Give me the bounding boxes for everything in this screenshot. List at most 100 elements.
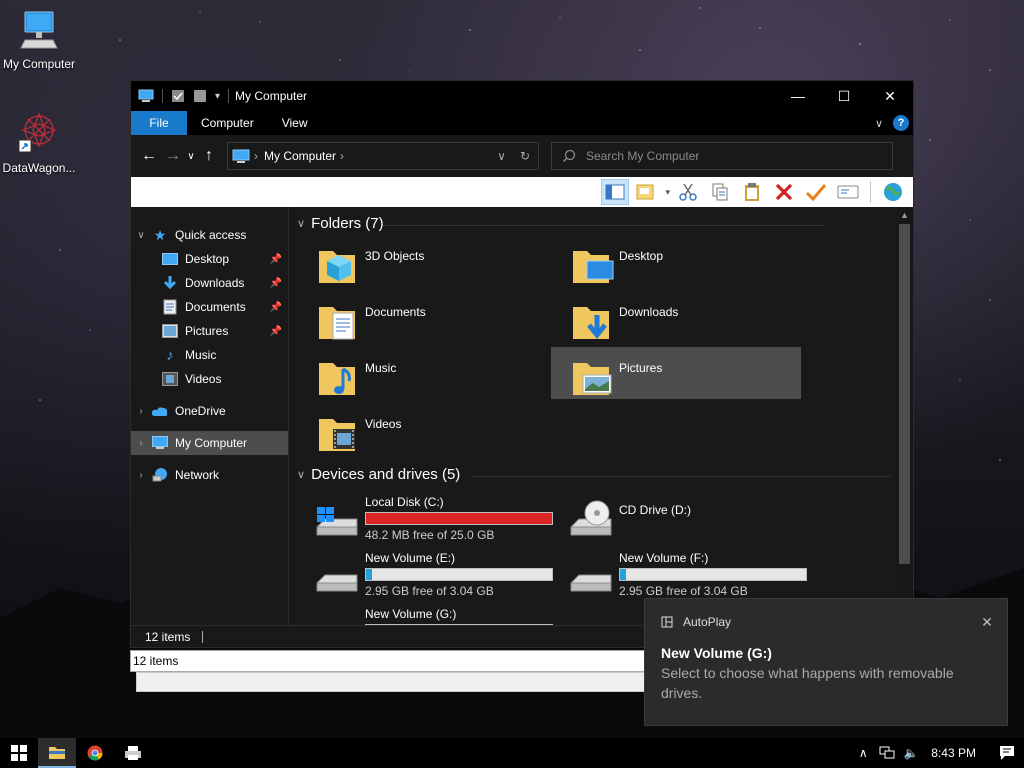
search-box[interactable] [551, 142, 893, 170]
internet-button[interactable] [879, 179, 907, 205]
nav-item-quick-access[interactable]: ∨ ★ Quick access [131, 223, 288, 247]
tab-computer[interactable]: Computer [187, 111, 268, 135]
close-button[interactable]: ✕ [867, 81, 913, 111]
paste-button[interactable] [738, 179, 766, 205]
copy-button[interactable] [706, 179, 734, 205]
drive-item[interactable]: Local Disk (C:) 48.2 MB free of 25.0 GB [305, 493, 555, 545]
expand-chevron-icon[interactable]: › [131, 438, 151, 449]
new-folder-icon[interactable] [193, 89, 207, 103]
drive-item[interactable]: CD Drive (D:) [559, 493, 809, 545]
drive-usage-bar [619, 568, 807, 581]
delete-button[interactable] [770, 179, 798, 205]
nav-item-downloads[interactable]: Downloads 📌 [131, 271, 288, 295]
breadcrumb-chevron-icon[interactable]: › [254, 149, 258, 163]
taskbar-file-explorer[interactable] [38, 738, 76, 768]
cut-button[interactable] [674, 179, 702, 205]
expand-chevron-icon[interactable]: › [131, 406, 151, 417]
collapse-chevron-icon[interactable]: ∨ [297, 468, 305, 481]
pin-icon[interactable]: 📌 [270, 278, 282, 289]
breadcrumb-my-computer[interactable]: My Computer [264, 149, 336, 163]
folder-item[interactable]: Music [305, 355, 555, 407]
group-header-folders[interactable]: ∨ Folders (7) [297, 215, 823, 232]
drive-free-space: 48.2 MB free of 25.0 GB [365, 528, 495, 542]
refresh-icon[interactable]: ↻ [520, 149, 530, 163]
start-button[interactable] [0, 738, 38, 768]
expand-ribbon-icon[interactable]: ∨ [875, 117, 883, 130]
address-history-dropdown-icon[interactable]: ∨ [497, 149, 506, 163]
folder-item[interactable]: 3D Objects [305, 243, 555, 295]
tab-view[interactable]: View [268, 111, 322, 135]
search-input[interactable] [586, 149, 866, 163]
rename-button[interactable] [802, 179, 830, 205]
pin-icon[interactable]: 📌 [270, 254, 282, 265]
nav-item-pictures[interactable]: Pictures 📌 [131, 319, 288, 343]
email-button[interactable] [834, 179, 862, 205]
nav-item-music[interactable]: ♪ Music [131, 343, 288, 367]
clock[interactable]: 8:43 PM [923, 746, 990, 760]
volume-icon[interactable]: 🔈 [899, 746, 923, 760]
nav-item-videos[interactable]: Videos [131, 367, 288, 391]
nav-item-network[interactable]: › Network [131, 463, 288, 487]
forward-icon[interactable]: → [161, 147, 185, 165]
address-bar[interactable]: › My Computer › ∨ ↻ [227, 142, 539, 170]
drive-item[interactable]: New Volume (F:) 2.95 GB free of 3.04 GB [559, 549, 809, 601]
desktop-icon-my-computer[interactable]: My Computer [0, 8, 78, 71]
properties-dropdown-icon[interactable]: ▾ [665, 187, 670, 198]
pin-icon[interactable]: 📌 [270, 326, 282, 337]
preview-pane-button[interactable] [601, 179, 630, 205]
drive-usage-bar [365, 512, 553, 525]
nav-item-desktop[interactable]: Desktop 📌 [131, 247, 288, 271]
show-hidden-icons-chevron[interactable]: ∧ [851, 746, 875, 760]
folder-item[interactable]: Videos [305, 411, 555, 463]
collapse-chevron-icon[interactable]: ∨ [297, 217, 305, 230]
close-icon[interactable]: ✕ [967, 614, 1007, 631]
drive-item[interactable]: New Volume (G:) [305, 605, 555, 625]
vertical-scrollbar[interactable]: ▲ [896, 207, 913, 625]
windows-system-drive-icon [316, 507, 358, 536]
datawagon-shortcut-icon [18, 112, 57, 153]
folder-item-selected[interactable]: Pictures [551, 347, 801, 399]
scroll-up-icon[interactable]: ▲ [896, 207, 913, 224]
taskbar-chrome[interactable] [76, 738, 114, 768]
background-window-edge[interactable] [136, 672, 650, 692]
up-icon[interactable]: ↑ [197, 147, 221, 165]
pin-icon[interactable]: 📌 [270, 302, 282, 313]
scroll-thumb[interactable] [899, 224, 910, 564]
nav-item-my-computer[interactable]: › My Computer [131, 431, 288, 455]
drive-item[interactable]: New Volume (E:) 2.95 GB free of 3.04 GB [305, 549, 555, 601]
desktop-icon-datawagon[interactable]: DataWagon... [0, 108, 78, 175]
videos-folder-icon [319, 419, 355, 451]
separator [228, 89, 230, 103]
group-header-drives[interactable]: ∨ Devices and drives (5) [297, 466, 891, 483]
network-icon[interactable] [875, 745, 899, 762]
folder-name: Music [365, 361, 397, 375]
expand-chevron-icon[interactable]: › [131, 470, 151, 481]
breadcrumb-chevron-icon[interactable]: › [340, 149, 344, 163]
folder-item[interactable]: Desktop [559, 243, 809, 295]
videos-icon [161, 371, 179, 387]
recent-locations-chevron-icon[interactable]: ∨ [185, 151, 197, 162]
help-icon[interactable]: ? [893, 115, 909, 131]
background-window-status-bar[interactable]: 12 items [130, 650, 650, 672]
properties-icon[interactable] [171, 89, 185, 103]
action-center-icon[interactable] [990, 738, 1024, 768]
folder-item[interactable]: Documents [305, 299, 555, 351]
navigation-pane: ∨ ★ Quick access Desktop 📌 Downloads 📌 D… [131, 207, 289, 625]
taskbar-app[interactable] [114, 738, 152, 768]
taskbar: ∧ 🔈 8:43 PM [0, 738, 1024, 768]
documents-folder-icon [319, 307, 355, 340]
autoplay-notification[interactable]: AutoPlay ✕ New Volume (G:) Select to cho… [644, 598, 1008, 726]
minimize-button[interactable]: — [775, 81, 821, 111]
back-icon[interactable]: ← [137, 147, 161, 165]
tab-file[interactable]: File [131, 111, 187, 135]
maximize-button[interactable]: ☐ [821, 81, 867, 111]
folder-item[interactable]: Downloads [559, 299, 809, 351]
desktop-folder-icon [573, 251, 614, 283]
properties-button[interactable] [633, 179, 661, 205]
nav-item-documents[interactable]: Documents 📌 [131, 295, 288, 319]
expand-chevron-icon[interactable]: ∨ [131, 230, 151, 241]
title-bar[interactable]: ▾ My Computer — ☐ ✕ [131, 81, 913, 111]
quick-access-toolbar-dropdown-icon[interactable]: ▾ [215, 91, 220, 102]
nav-item-onedrive[interactable]: › OneDrive [131, 399, 288, 423]
system-tray: ∧ 🔈 8:43 PM [851, 738, 1024, 768]
